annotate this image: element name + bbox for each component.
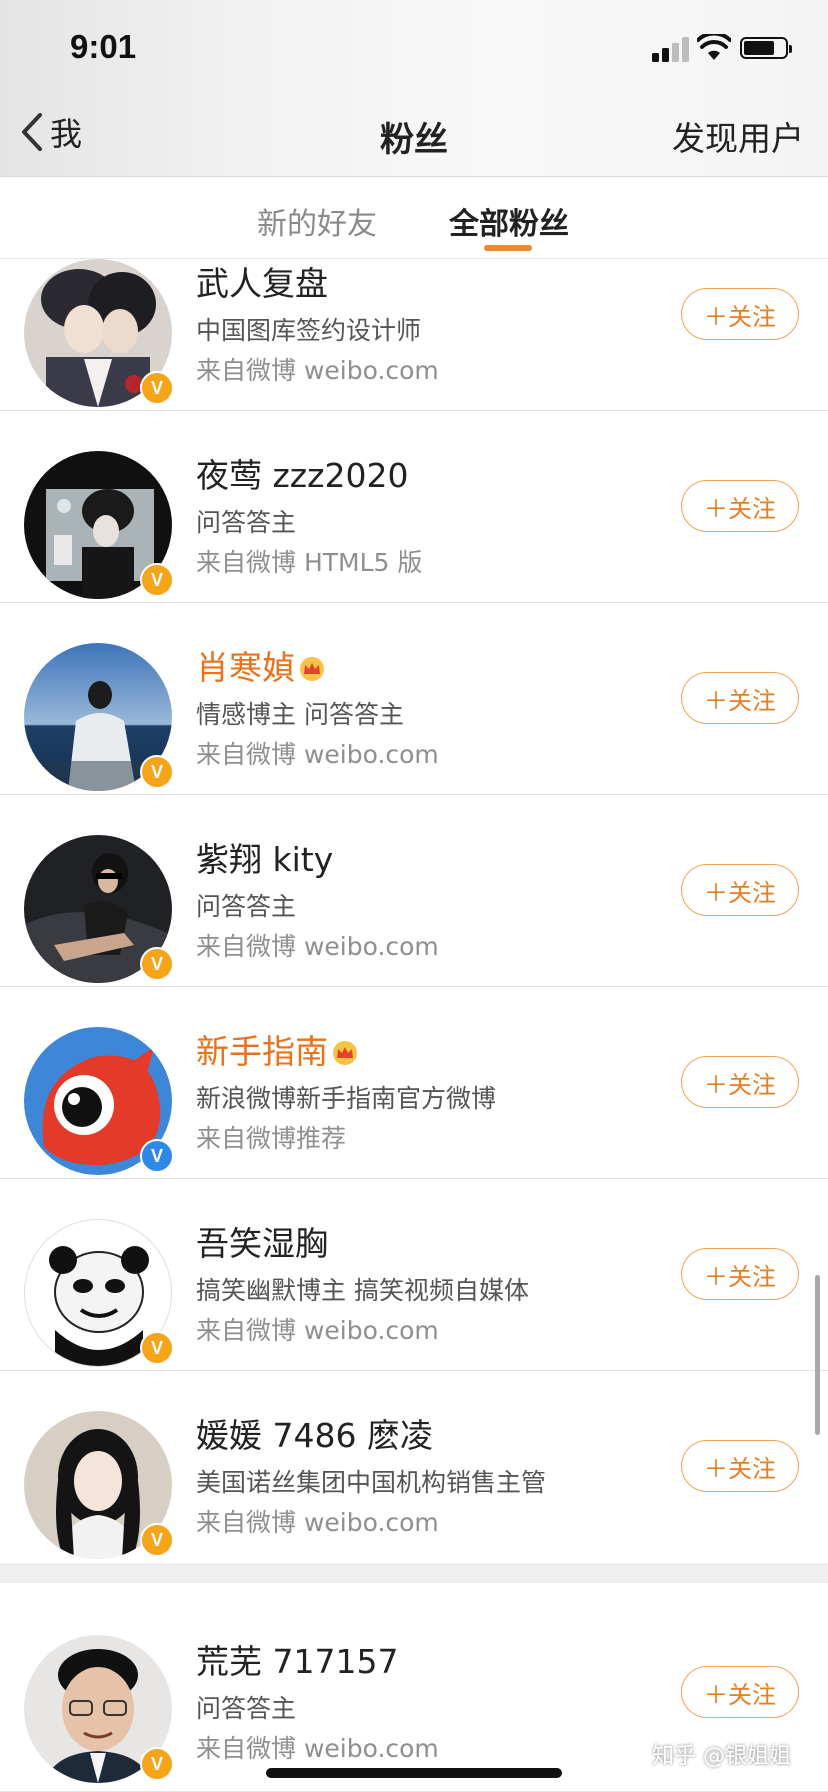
fan-source: 来自微博 weibo.com: [196, 1734, 439, 1763]
follow-button[interactable]: ＋关注: [681, 1440, 799, 1492]
home-indicator[interactable]: [266, 1768, 562, 1778]
fan-source: 来自微博 weibo.com: [196, 932, 439, 961]
fan-list[interactable]: V 武人复盘 中国图库签约设计师 来自微博 weibo.com ＋关注 V 夜莺…: [0, 259, 828, 1792]
fan-source: 来自微博 HTML5 版: [196, 548, 423, 577]
list-item[interactable]: V 新手指南 新浪微博新手指南官方微博 来自微博推荐 ＋关注: [0, 987, 828, 1179]
fan-description: 问答答主: [196, 508, 297, 537]
fan-description: 美国诺丝集团中国机构销售主管: [196, 1468, 547, 1497]
fan-name[interactable]: 紫翔 kity: [196, 833, 333, 881]
tab-all-fans[interactable]: 全部粉丝: [449, 199, 569, 243]
list-item[interactable]: V 夜莺 zzz2020 问答答主 来自微博 HTML5 版 ＋关注: [0, 411, 828, 603]
active-tab-indicator: [484, 245, 532, 251]
scrollbar[interactable]: [815, 1275, 820, 1435]
fan-name[interactable]: 夜莺 zzz2020: [196, 449, 408, 497]
fan-source: 来自微博 weibo.com: [196, 740, 439, 769]
watermark: 知乎 @银姐姐: [652, 1744, 791, 1769]
verified-badge-icon: V: [140, 563, 174, 597]
fan-source: 来自微博 weibo.com: [196, 1316, 439, 1345]
list-item[interactable]: V 媛媛 7486 麽凌 美国诺丝集团中国机构销售主管 来自微博 weibo.c…: [0, 1371, 828, 1563]
verified-badge-icon: V: [140, 1747, 174, 1781]
list-item[interactable]: V 武人复盘 中国图库签约设计师 来自微博 weibo.com ＋关注: [0, 259, 828, 411]
list-item[interactable]: V 肖寒媜 情感博主 问答答主 来自微博 weibo.com ＋关注: [0, 603, 828, 795]
follow-button[interactable]: ＋关注: [681, 480, 799, 532]
fan-source: 来自微博推荐: [196, 1124, 347, 1153]
top-bar: 9:01 我 粉丝 发现用户: [0, 0, 828, 177]
fan-description: 新浪微博新手指南官方微博: [196, 1084, 497, 1113]
fan-name[interactable]: 肖寒媜: [196, 641, 327, 689]
verified-badge-icon: V: [140, 1139, 174, 1173]
tab-bar: 新的好友 全部粉丝: [0, 177, 828, 259]
fan-name[interactable]: 吾笑湿胸: [196, 1217, 328, 1265]
fan-description: 问答答主: [196, 892, 297, 921]
verified-badge-icon: V: [140, 1331, 174, 1365]
fan-description: 情感博主 问答答主: [196, 700, 404, 729]
wifi-icon: [697, 34, 731, 60]
section-divider: [0, 1563, 828, 1583]
fan-description: 中国图库签约设计师: [196, 316, 422, 345]
verified-badge-icon: V: [140, 371, 174, 405]
fan-description: 问答答主: [196, 1694, 297, 1723]
fan-name[interactable]: 新手指南: [196, 1025, 360, 1073]
fan-source: 来自微博 weibo.com: [196, 356, 439, 385]
follow-button[interactable]: ＋关注: [681, 288, 799, 340]
tab-new-friends[interactable]: 新的好友: [257, 199, 377, 243]
status-time: 9:01: [70, 28, 137, 65]
fan-name[interactable]: 媛媛 7486 麽凌: [196, 1409, 433, 1457]
follow-button[interactable]: ＋关注: [681, 1056, 799, 1108]
cellular-signal-icon: [652, 36, 690, 62]
follow-button[interactable]: ＋关注: [681, 672, 799, 724]
follow-button[interactable]: ＋关注: [681, 864, 799, 916]
fan-name[interactable]: 武人复盘: [196, 259, 328, 305]
fan-source: 来自微博 weibo.com: [196, 1508, 439, 1537]
list-item[interactable]: V 吾笑湿胸 搞笑幽默博主 搞笑视频自媒体 来自微博 weibo.com ＋关注: [0, 1179, 828, 1371]
verified-badge-icon: V: [140, 1523, 174, 1557]
battery-icon: [740, 37, 792, 59]
verified-badge-icon: V: [140, 947, 174, 981]
discover-users-button[interactable]: 发现用户: [672, 112, 804, 160]
fan-description: 搞笑幽默博主 搞笑视频自媒体: [196, 1276, 529, 1305]
follow-button[interactable]: ＋关注: [681, 1248, 799, 1300]
vip-crown-icon: [300, 657, 324, 681]
follow-button[interactable]: ＋关注: [681, 1666, 799, 1718]
fan-name[interactable]: 荒芜 717157: [196, 1635, 398, 1683]
list-item[interactable]: V 紫翔 kity 问答答主 来自微博 weibo.com ＋关注: [0, 795, 828, 987]
vip-crown-icon: [333, 1041, 357, 1065]
verified-badge-icon: V: [140, 755, 174, 789]
